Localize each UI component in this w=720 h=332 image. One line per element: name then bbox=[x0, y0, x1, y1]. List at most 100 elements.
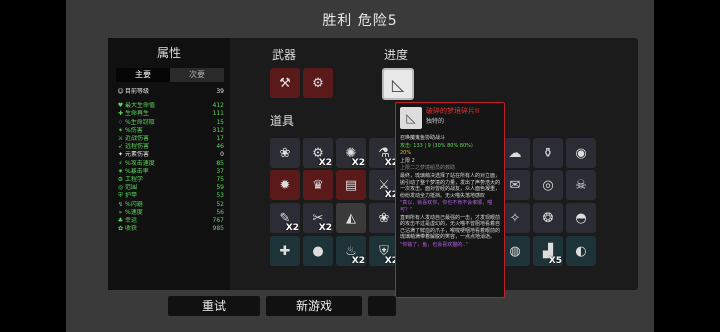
harvest-icon: ✿ bbox=[117, 225, 124, 233]
scroll-item-icon: ✉ bbox=[509, 177, 521, 193]
elemental-icon: ✦ bbox=[117, 151, 124, 159]
shell-item-icon: ❂ bbox=[542, 210, 554, 226]
stat-row: ✿ 收获 985 bbox=[116, 225, 224, 233]
hammer-icon: ⚒ bbox=[279, 75, 291, 91]
engineering-icon: ⚙ bbox=[117, 175, 124, 183]
stat-value: 75 bbox=[216, 175, 224, 183]
spiral-eye-icon: ◉ bbox=[575, 145, 587, 161]
ghost-item-icon: ☁ bbox=[508, 145, 522, 161]
item-tooltip: ◺ 破碎的梦境碎片II 独特的 召唤魔鬼鱼协助战斗 攻击: 133 | 9 (3… bbox=[395, 102, 505, 298]
ranged-icon: ➶ bbox=[117, 143, 124, 151]
stat-row: ⚔ 近战伤害 17 bbox=[116, 135, 224, 143]
pink-creature-icon: ❀ bbox=[279, 145, 291, 161]
stat-value: 85 bbox=[216, 159, 224, 167]
item-slot[interactable]: ♛ bbox=[303, 170, 333, 200]
tooltip-quote: "你输了，鱼，也会喜欢猫的.." bbox=[400, 241, 468, 248]
egg-item-icon: ◍ bbox=[509, 243, 521, 259]
luck-icon: ♣ bbox=[117, 216, 124, 224]
stat-label: %伤害 bbox=[125, 126, 143, 134]
tooltip-line: 攻击: 133 | 9 (30% 80% 80%) bbox=[400, 142, 473, 149]
item-count-badge: X5 bbox=[548, 256, 562, 266]
range-icon: ◎ bbox=[117, 184, 124, 192]
stat-value: 17 bbox=[216, 135, 224, 143]
stat-row: ⚡ %攻击速度 85 bbox=[116, 160, 224, 168]
stat-label: %攻击速度 bbox=[125, 159, 155, 167]
tooltip-line: 上限二之梦境船员的救助 bbox=[400, 165, 456, 172]
dream-shard-icon: ◺ bbox=[391, 74, 405, 94]
stat-label: 目前等级 bbox=[125, 88, 150, 96]
attributes-tabs: 主要 次要 bbox=[116, 68, 224, 82]
stat-row: ✷ %暴击率 37 bbox=[116, 168, 224, 176]
retry-button[interactable]: 重试 bbox=[168, 296, 260, 316]
stat-value: 412 bbox=[212, 102, 224, 110]
item-slot[interactable]: ⚱ bbox=[533, 138, 563, 168]
stat-row: ☺ 目前等级 39 bbox=[116, 88, 224, 96]
item-slot[interactable]: ● bbox=[303, 236, 333, 266]
regen-icon: ✚ bbox=[117, 110, 124, 118]
item-slot[interactable]: ◎ bbox=[533, 170, 563, 200]
stat-row: ⚙ 工程学 75 bbox=[116, 176, 224, 184]
compass-item-icon: ✧ bbox=[509, 210, 521, 226]
item-slot[interactable]: ◐ bbox=[566, 236, 596, 266]
tab-main[interactable]: 主要 bbox=[116, 68, 170, 82]
tooltip-body: 召唤魔鬼鱼协助战斗 攻击: 133 | 9 (30% 80% 80%) 20% … bbox=[400, 135, 501, 250]
stat-label: 工程学 bbox=[125, 175, 144, 183]
item-slot[interactable]: ❂ bbox=[533, 203, 563, 233]
progress-heading: 进度 bbox=[384, 48, 409, 62]
stat-value: 767 bbox=[212, 216, 224, 224]
item-slot[interactable]: ◉ bbox=[566, 138, 596, 168]
tooltip-line: 召唤魔鬼鱼协助战斗 bbox=[400, 135, 446, 141]
item-slot[interactable]: ◓ bbox=[566, 203, 596, 233]
stat-label: 范围 bbox=[125, 184, 138, 192]
item-slot[interactable]: ✎ X2 bbox=[270, 203, 300, 233]
item-slot[interactable]: ◭ bbox=[336, 203, 366, 233]
tooltip-item-tag: 独特的 bbox=[426, 118, 445, 125]
stats-list: ☺ 目前等级 39 ♥ 最大生命值 412 ✚ 生命再生 111 ♢ %生命窃取 15 ✶ %伤害 312 ⚔… bbox=[116, 88, 224, 233]
bomb-item-icon: ● bbox=[312, 243, 324, 259]
item-slot[interactable]: ✚ bbox=[270, 236, 300, 266]
tooltip-item-name: 破碎的梦境碎片II bbox=[426, 107, 480, 115]
stat-label: %暴击率 bbox=[125, 167, 149, 175]
stat-row: ✦ 元素伤害 0 bbox=[116, 151, 224, 159]
new-game-button[interactable]: 新游戏 bbox=[266, 296, 362, 316]
stat-value: 312 bbox=[212, 126, 224, 134]
item-count-badge: X2 bbox=[351, 256, 365, 266]
item-slot[interactable]: ▤ bbox=[336, 170, 366, 200]
item-count-badge: X2 bbox=[285, 223, 299, 233]
item-slot[interactable]: ⚙ X2 bbox=[303, 138, 333, 168]
stat-label: 生命再生 bbox=[125, 110, 150, 118]
tooltip-quote: "真以，就喜欢你，你也不肯不会孝顺，喵可？" bbox=[400, 200, 493, 213]
item-count-badge: X2 bbox=[318, 158, 332, 168]
stat-label: 元素伤害 bbox=[125, 151, 150, 159]
tab-secondary[interactable]: 次要 bbox=[170, 68, 224, 82]
item-slot[interactable]: ✂ X2 bbox=[303, 203, 333, 233]
item-slot[interactable]: ❀ bbox=[270, 138, 300, 168]
tooltip-line: 20% bbox=[400, 150, 412, 157]
tooltip-lore: 直到所有人发动自己最强的一击，才发现眼前的攻击不过是虚幻的，无火喵不曾阻地看着自… bbox=[400, 214, 501, 241]
damage-icon: ✶ bbox=[117, 126, 124, 134]
crown-item-icon: ♛ bbox=[312, 177, 324, 193]
game-screen: 胜利 危险5 属性 主要 次要 ☺ 目前等级 39 ♥ 最大生命值 412 ✚ 生命再生 111… bbox=[0, 0, 720, 332]
items-heading: 道具 bbox=[270, 114, 295, 128]
stat-row: ↯ %闪避 52 bbox=[116, 200, 224, 208]
stat-value: 111 bbox=[212, 110, 224, 118]
weapon-slot-hammer[interactable]: ⚒ bbox=[270, 68, 300, 98]
stat-label: %速度 bbox=[125, 208, 143, 216]
item-slot[interactable]: ☠ bbox=[566, 170, 596, 200]
bottle-item-icon: ⚱ bbox=[542, 145, 554, 161]
item-count-badge: X2 bbox=[318, 223, 332, 233]
item-slot[interactable]: ✺ X2 bbox=[336, 138, 366, 168]
stat-label: 最大生命值 bbox=[125, 102, 156, 110]
third-button[interactable] bbox=[368, 296, 396, 316]
stat-row: ➶ 远程伤害 46 bbox=[116, 143, 224, 151]
item-slot[interactable]: ▟ X5 bbox=[533, 236, 563, 266]
item-slot[interactable]: ♨ X2 bbox=[336, 236, 366, 266]
tent-item-icon: ◭ bbox=[346, 210, 356, 226]
weapon-slot-minigun[interactable]: ⚙ bbox=[303, 68, 333, 98]
lifesteal-icon: ♢ bbox=[117, 118, 124, 126]
item-slot[interactable]: ✹ bbox=[270, 170, 300, 200]
stat-value: 53 bbox=[216, 192, 224, 200]
stat-value: 52 bbox=[216, 200, 224, 208]
stat-value: 15 bbox=[216, 118, 224, 126]
progress-slot-dream-shard[interactable]: ◺ bbox=[382, 68, 414, 100]
